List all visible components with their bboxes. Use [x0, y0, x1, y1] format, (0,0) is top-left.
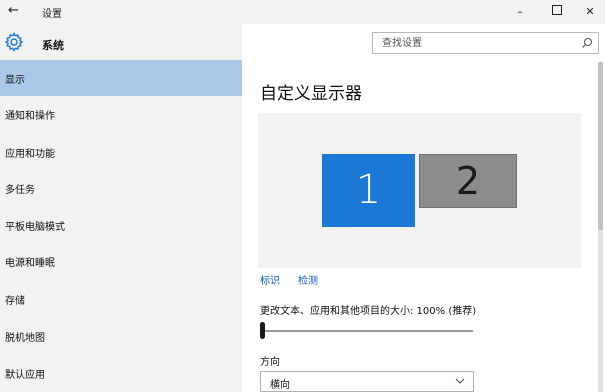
- sidebar-item-label: 通知和操作: [5, 111, 55, 122]
- sidebar-item-multitasking[interactable]: 多任务: [0, 170, 242, 206]
- orientation-dropdown[interactable]: 横向: [260, 371, 474, 392]
- page-title: 自定义显示器: [260, 84, 362, 104]
- search-box[interactable]: [372, 32, 599, 54]
- scrollbar-thumb[interactable]: [598, 62, 603, 230]
- maximize-icon: [552, 5, 562, 15]
- maximize-button[interactable]: [546, 2, 568, 22]
- sidebar-item-power-sleep[interactable]: 电源和睡眠: [0, 243, 242, 279]
- sidebar-item-apps[interactable]: 应用和功能: [0, 134, 242, 170]
- monitor-1[interactable]: 1: [322, 154, 415, 227]
- section-title: 系统: [42, 39, 64, 52]
- search-input[interactable]: [373, 33, 572, 53]
- scale-slider-thumb[interactable]: [260, 322, 265, 339]
- sidebar-item-label: 平板电脑模式: [5, 222, 65, 233]
- scale-label: 更改文本、应用和其他项目的大小: 100% (推荐): [260, 306, 477, 317]
- sidebar-item-label: 脱机地图: [5, 333, 45, 344]
- sidebar-item-label: 显示: [5, 75, 25, 86]
- sidebar-item-offline-maps[interactable]: 脱机地图: [0, 318, 242, 354]
- sidebar-item-label: 多任务: [5, 185, 35, 196]
- gear-icon: [4, 32, 24, 52]
- sidebar-item-label: 默认应用: [5, 370, 45, 381]
- orientation-label: 方向: [260, 357, 280, 368]
- identify-link[interactable]: 标识: [260, 272, 280, 287]
- sidebar-item-notifications[interactable]: 通知和操作: [0, 96, 242, 132]
- search-icon[interactable]: [581, 37, 593, 49]
- detect-link[interactable]: 检测: [298, 272, 318, 287]
- close-button[interactable]: ✕: [579, 2, 601, 22]
- minimize-button[interactable]: –: [509, 2, 531, 22]
- back-arrow-icon[interactable]: ←: [8, 3, 19, 18]
- monitor-2[interactable]: 2: [419, 154, 517, 208]
- sidebar-item-tablet-mode[interactable]: 平板电脑模式: [0, 207, 242, 243]
- sidebar-item-label: 电源和睡眠: [5, 258, 55, 269]
- scale-slider-track[interactable]: [262, 330, 473, 332]
- sidebar-item-default-apps[interactable]: 默认应用: [0, 355, 242, 391]
- chevron-down-icon: [455, 378, 465, 384]
- sidebar-item-storage[interactable]: 存储: [0, 281, 242, 317]
- sidebar-item-label: 存储: [5, 296, 25, 307]
- sidebar-item-display[interactable]: 显示: [0, 60, 242, 96]
- orientation-value: 横向: [270, 380, 290, 391]
- window-title: 设置: [42, 9, 62, 20]
- sidebar-item-label: 应用和功能: [5, 149, 55, 160]
